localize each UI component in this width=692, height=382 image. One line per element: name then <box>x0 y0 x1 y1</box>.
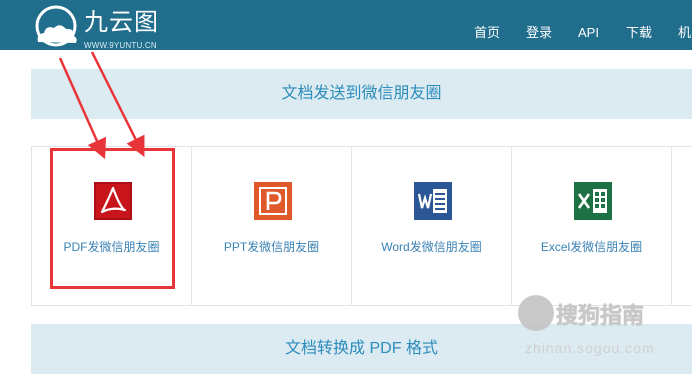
nav-download[interactable]: 下载 <box>626 0 652 50</box>
excel-icon <box>574 182 612 220</box>
card-excel[interactable]: Excel发微信朋友圈 <box>511 147 671 305</box>
card-partial <box>671 147 692 305</box>
card-ppt-label: PPT发微信朋友圈 <box>223 240 320 254</box>
nav-api[interactable]: API <box>578 0 599 50</box>
top-header: 九云图 WWW.9YUNTU.CN 首页 登录 API 下载 机 <box>0 0 692 50</box>
card-word-label: Word发微信朋友圈 <box>381 240 482 254</box>
nav-more[interactable]: 机 <box>678 0 691 50</box>
logo-url: WWW.9YUNTU.CN <box>84 41 157 50</box>
watermark-url: zhinan.sogou.com <box>525 340 655 356</box>
logo-name: 九云图 <box>84 9 159 36</box>
highlight-box <box>50 148 175 289</box>
section-share-title: 文档发送到微信朋友圈 <box>31 69 692 119</box>
card-ppt[interactable]: PPT发微信朋友圈 <box>191 147 351 305</box>
card-word[interactable]: Word发微信朋友圈 <box>351 147 511 305</box>
watermark-text: 搜狗指南 <box>556 303 645 328</box>
cloud-logo-icon <box>35 5 77 47</box>
card-excel-label: Excel发微信朋友圈 <box>540 240 643 254</box>
site-logo[interactable]: 九云图 WWW.9YUNTU.CN <box>32 4 172 50</box>
powerpoint-icon <box>254 182 292 220</box>
word-icon <box>414 182 452 220</box>
sogou-watermark-icon <box>518 295 554 331</box>
nav-home[interactable]: 首页 <box>474 0 500 50</box>
nav-login[interactable]: 登录 <box>526 0 552 50</box>
